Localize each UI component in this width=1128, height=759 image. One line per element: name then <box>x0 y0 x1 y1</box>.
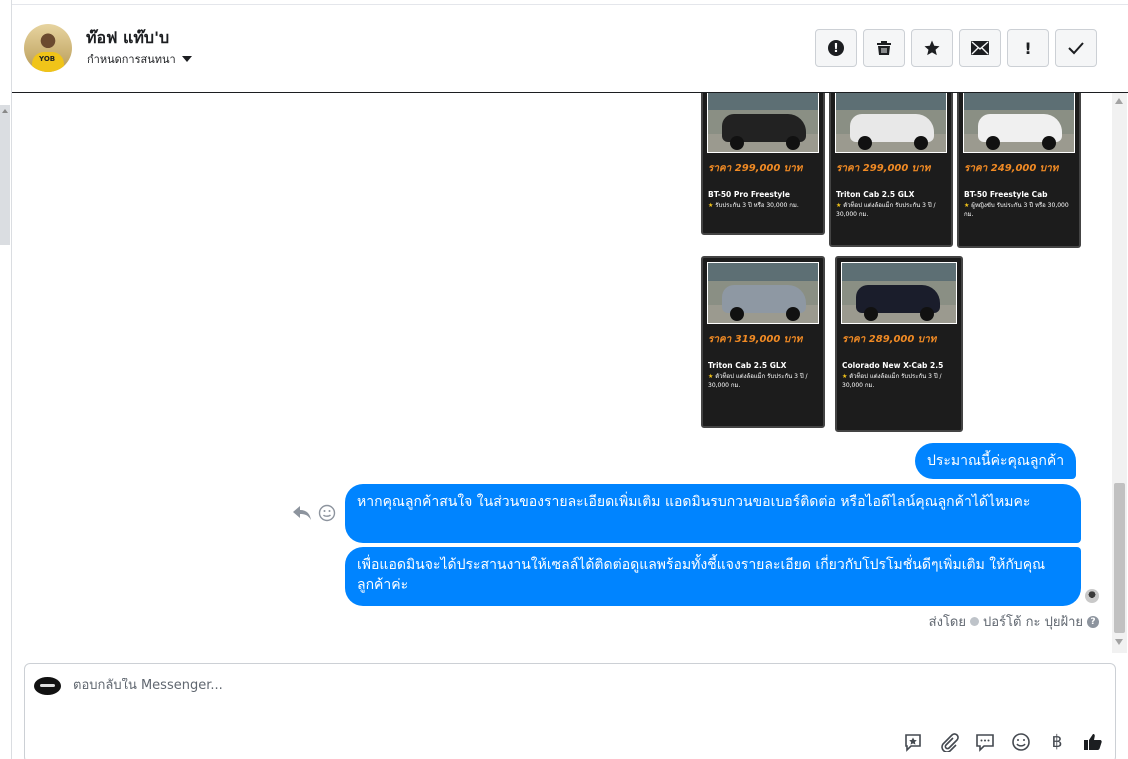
emoji-icon <box>1012 733 1030 751</box>
help-icon[interactable]: ? <box>1087 615 1099 628</box>
mark-unread-button[interactable] <box>959 29 1001 67</box>
saved-reply-button[interactable] <box>902 731 924 753</box>
card-description-text: ผู้หญิงขับ รับประกัน 3 ปี หรือ 30,000 กม… <box>964 202 1069 218</box>
alert-circle-icon: ! <box>828 40 844 56</box>
card-price: ราคา 299,000 บาท <box>708 163 803 174</box>
card-price: ราคา 319,000 บาท <box>708 334 803 345</box>
star-button[interactable] <box>911 29 953 67</box>
card-price: ราคา 299,000 บาท <box>836 163 931 174</box>
car-photo <box>963 93 1075 153</box>
emoji-reaction-icon[interactable] <box>318 504 336 522</box>
emoji-button[interactable] <box>1010 731 1032 753</box>
sender-name[interactable]: ปอร์โต้ กะ ปุยฝ้าย <box>983 611 1083 632</box>
card-description: ★ ตัวท็อป แต่งล้อแม็ก รับประกัน 3 ปี / 3… <box>836 201 951 219</box>
car-photo <box>707 262 819 324</box>
delete-button[interactable] <box>863 29 905 67</box>
scroll-down-icon[interactable] <box>1115 639 1123 645</box>
scroll-up-icon[interactable] <box>1115 98 1123 104</box>
assign-conversation-dropdown[interactable]: กำหนดการสนทนา <box>87 50 192 68</box>
card-price: ราคา 249,000 บาท <box>964 163 1059 174</box>
card-description: ★ ผู้หญิงขับ รับประกัน 3 ปี หรือ 30,000 … <box>964 201 1079 219</box>
report-spam-button[interactable]: ! <box>815 29 857 67</box>
sent-by-prefix: ส่งโดย <box>928 615 966 630</box>
trash-icon <box>877 41 891 55</box>
card-model: Triton Cab 2.5 GLX <box>836 190 915 199</box>
reply-icon[interactable] <box>292 504 312 522</box>
assign-label: กำหนดการสนทนา <box>87 53 176 66</box>
reply-composer: ฿ <box>24 663 1116 759</box>
message-bubble[interactable]: เพื่อแอดมินจะได้ประสานงานให้เซลล์ได้ติดต… <box>345 547 1081 606</box>
card-model: BT-50 Pro Freestyle <box>708 190 790 199</box>
read-receipt-avatar <box>1085 589 1099 603</box>
card-description-text: ตัวท็อป แต่งล้อแม็ก รับประกัน 3 ปี / 30,… <box>836 202 936 218</box>
envelope-icon <box>971 41 989 55</box>
car-photo <box>841 262 957 324</box>
user-name[interactable]: ท๊อฟ แท๊บ'บ <box>86 26 169 51</box>
product-card[interactable]: ราคา 299,000 บาท BT-50 Pro Freestyle ★ รับ… <box>701 93 825 235</box>
car-photo <box>707 93 819 153</box>
chat-bubble-icon <box>976 734 994 752</box>
thread-scrollbar[interactable] <box>1112 93 1127 653</box>
payment-button[interactable]: ฿ <box>1046 731 1068 753</box>
avatar[interactable] <box>24 24 72 72</box>
baht-icon: ฿ <box>1051 732 1063 752</box>
card-model: Triton Cab 2.5 GLX <box>708 361 787 370</box>
chat-template-button[interactable] <box>974 731 996 753</box>
product-card[interactable]: ราคา 299,000 บาท Triton Cab 2.5 GLX ★ ตัวท… <box>829 93 953 247</box>
card-description-text: ตัวท็อป แต่งล้อแม็ก รับประกัน 3 ปี / 30,… <box>842 373 942 389</box>
scroll-up-arrow-icon[interactable] <box>2 109 8 113</box>
thumbs-up-icon <box>1084 734 1102 750</box>
card-description: ★ รับประกัน 3 ปี หรือ 30,000 กม. <box>708 201 823 210</box>
message-thread[interactable]: ราคา 299,000 บาท BT-50 Pro Freestyle ★ รับ… <box>12 93 1112 653</box>
mark-done-button[interactable] <box>1055 29 1097 67</box>
like-button[interactable] <box>1082 731 1104 753</box>
sent-by-line: ส่งโดย ปอร์โต้ กะ ปุยฝ้าย ? <box>929 611 1099 632</box>
card-description: ★ ตัวท็อป แต่งล้อแม็ก รับประกัน 3 ปี / 3… <box>842 372 958 390</box>
composer-tools: ฿ <box>902 731 1104 753</box>
card-description: ★ ตัวท็อป แต่งล้อแม็ก รับประกัน 3 ปี / 3… <box>708 372 823 390</box>
check-icon <box>1068 42 1084 55</box>
message-actions <box>292 504 336 522</box>
scrollbar-thumb[interactable] <box>1114 483 1125 633</box>
reply-input[interactable] <box>73 678 873 693</box>
messenger-inbox: ท๊อฟ แท๊บ'บ กำหนดการสนทนา ! ! <box>0 0 1128 759</box>
attachment-icon <box>941 733 959 752</box>
star-icon <box>924 40 940 56</box>
card-description-text: รับประกัน 3 ปี หรือ 30,000 กม. <box>715 202 799 209</box>
saved-reply-icon <box>905 734 921 752</box>
mark-important-button[interactable]: ! <box>1007 29 1049 67</box>
product-card[interactable]: ราคา 249,000 บาท BT-50 Freestyle Cab ★ ผู้… <box>957 93 1081 248</box>
attach-button[interactable] <box>938 731 960 753</box>
product-card[interactable]: ราคา 289,000 บาท Colorado New X-Cab 2.5 ★ … <box>835 256 963 432</box>
caret-down-icon <box>181 56 192 62</box>
exclamation-icon: ! <box>1024 38 1032 58</box>
header-actions: ! ! <box>815 29 1097 67</box>
left-scrollbar[interactable] <box>0 105 10 245</box>
card-price: ราคา 289,000 บาท <box>842 334 937 345</box>
card-model: BT-50 Freestyle Cab <box>964 190 1048 199</box>
car-photo <box>835 93 947 153</box>
card-description-text: ตัวท็อป แต่งล้อแม็ก รับประกัน 3 ปี / 30,… <box>708 373 808 389</box>
sent-check-icon <box>970 617 979 626</box>
product-card[interactable]: ราคา 319,000 บาท Triton Cab 2.5 GLX ★ ตัวท… <box>701 256 825 428</box>
page-logo <box>34 677 61 695</box>
card-model: Colorado New X-Cab 2.5 <box>842 361 944 370</box>
message-bubble[interactable]: ประมาณนี้ค่ะคุณลูกค้า <box>915 443 1077 479</box>
conversation-header: ท๊อฟ แท๊บ'บ กำหนดการสนทนา ! ! <box>12 4 1128 93</box>
message-bubble[interactable]: หากคุณลูกค้าสนใจ ในส่วนของรายละเอียดเพิ่… <box>345 484 1081 543</box>
